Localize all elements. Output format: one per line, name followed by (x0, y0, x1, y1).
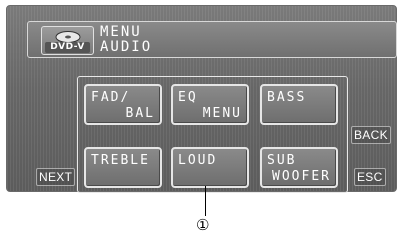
sub-woofer-button[interactable]: SUB WOOFER (260, 147, 338, 188)
key-label: SUB (267, 153, 297, 168)
callout-line (205, 186, 206, 216)
fad-bal-button[interactable]: FAD/ BAL (84, 84, 162, 125)
treble-button[interactable]: TREBLE (84, 147, 162, 188)
back-button[interactable]: BACK (351, 126, 391, 144)
source-label: DVD-V (45, 42, 90, 53)
eq-menu-button[interactable]: EQ MENU (171, 84, 249, 125)
next-button[interactable]: NEXT (36, 168, 76, 186)
bass-button[interactable]: BASS (260, 84, 338, 125)
loud-button[interactable]: LOUD (171, 147, 249, 188)
key-label: TREBLE (91, 153, 150, 168)
key-label: WOOFER (272, 169, 331, 184)
display-screen: DVD-V MENU AUDIO FAD/ BAL EQ MENU BASS T… (6, 5, 397, 193)
key-label: EQ (178, 90, 198, 105)
key-label: LOUD (178, 153, 218, 168)
menu-subtitle: AUDIO (100, 39, 153, 55)
key-label: FAD/ (91, 90, 131, 105)
callout-number: ① (196, 216, 210, 234)
esc-button[interactable]: ESC (354, 168, 386, 186)
key-label: BASS (267, 90, 307, 105)
menu-header: DVD-V MENU AUDIO (27, 21, 397, 58)
key-label: BAL (125, 106, 155, 121)
key-label: MENU (202, 106, 242, 121)
menu-title: MENU (100, 24, 142, 40)
source-button[interactable]: DVD-V (41, 26, 94, 55)
